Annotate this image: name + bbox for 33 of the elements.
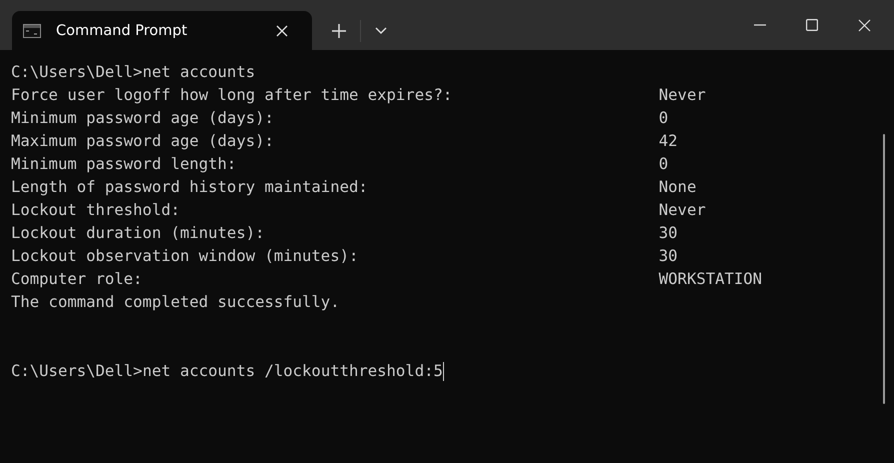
- output-label: Maximum password age (days):: [11, 131, 275, 152]
- output-value: 0: [658, 108, 668, 129]
- output-value: 30: [658, 246, 678, 267]
- prompt-text: C:\Users\Dell>: [11, 361, 142, 382]
- output-label: Lockout observation window (minutes):: [11, 246, 360, 267]
- output-label: Force user logoff how long after time expires?:: [11, 85, 454, 106]
- output-label: Minimum password length:: [11, 154, 238, 175]
- chevron-down-icon: [375, 27, 387, 34]
- output-label: Lockout duration (minutes):: [11, 223, 266, 244]
- output-value: Never: [658, 200, 706, 221]
- minimize-icon[interactable]: [754, 24, 766, 26]
- output-message: The command completed successfully.: [11, 292, 340, 313]
- close-icon: [276, 24, 288, 36]
- terminal-icon: [23, 24, 41, 38]
- output-label: Lockout threshold:: [11, 200, 181, 221]
- prompt-text: C:\Users\Dell>: [11, 62, 142, 83]
- output-value: 30: [658, 223, 678, 244]
- output-label: Minimum password age (days):: [11, 108, 275, 129]
- plus-icon: [332, 24, 346, 38]
- output-value: 0: [658, 154, 668, 175]
- tab-title: Command Prompt: [56, 22, 188, 38]
- maximize-icon[interactable]: [806, 19, 818, 31]
- output-label: Computer role:: [11, 269, 144, 290]
- terminal-tab[interactable]: Command Prompt: [12, 11, 312, 50]
- output-value: None: [658, 177, 696, 198]
- output-value: 42: [658, 131, 678, 152]
- command-text: net accounts: [142, 62, 256, 83]
- output-value: WORKSTATION: [658, 269, 762, 290]
- output-label: Length of password history maintained:: [11, 177, 369, 198]
- command-text: net accounts /lockoutthreshold:5: [142, 361, 443, 382]
- close-icon[interactable]: [858, 18, 871, 32]
- scrollbar[interactable]: [883, 134, 885, 404]
- output-value: Never: [658, 85, 706, 106]
